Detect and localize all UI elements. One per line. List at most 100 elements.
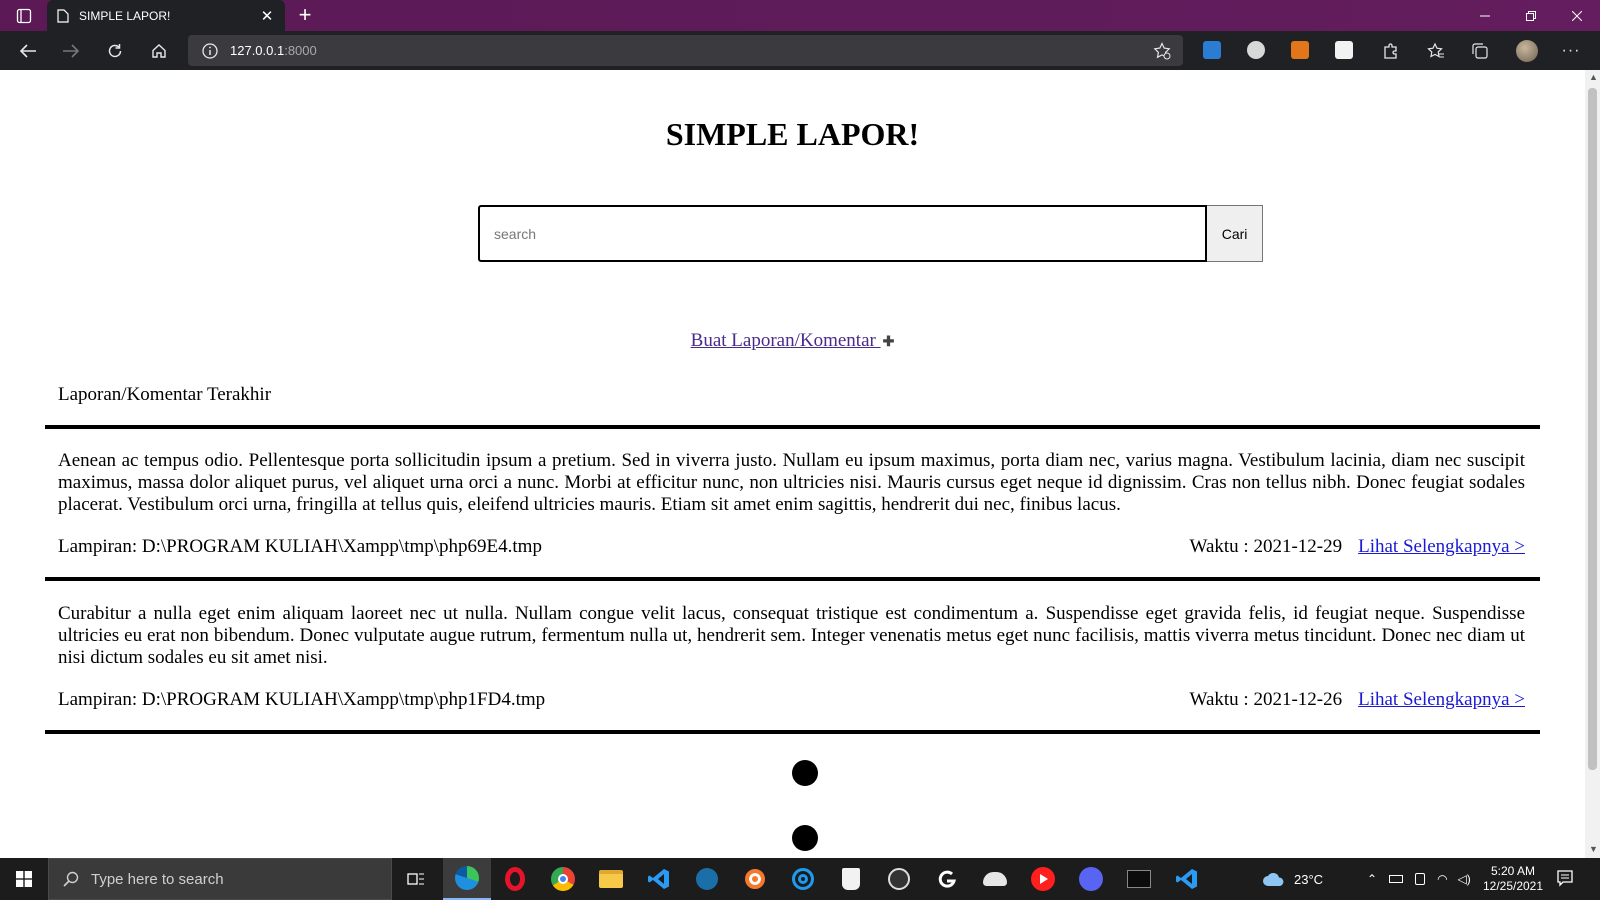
tab-actions-button[interactable] <box>8 4 40 28</box>
report-attachment: Lampiran: D:\PROGRAM KULIAH\Xampp\tmp\ph… <box>58 536 542 557</box>
terminal-icon <box>1127 870 1151 888</box>
report-body: Aenean ac tempus odio. Pellentesque port… <box>58 450 1525 515</box>
system-tray: ⌃ ◠ ◁) <box>1367 858 1471 900</box>
wifi-icon[interactable]: ◠ <box>1437 872 1447 886</box>
taskbar-app-youtube-music[interactable] <box>1019 858 1067 900</box>
globe-extension-icon[interactable] <box>1247 41 1265 59</box>
divider <box>45 425 1540 429</box>
page-scrollbar[interactable]: ▲ ▼ <box>1585 70 1600 858</box>
refresh-button[interactable] <box>101 37 129 65</box>
scroll-down-arrow-icon[interactable]: ▼ <box>1589 844 1598 854</box>
puzzle-icon <box>1384 43 1397 59</box>
pagination-dot[interactable] <box>792 825 818 851</box>
address-bar[interactable]: 127.0.0.1:8000 <box>188 35 1183 66</box>
security-icon[interactable] <box>1415 873 1426 885</box>
vscode-icon <box>1176 869 1197 889</box>
pagination-dot[interactable] <box>792 760 818 786</box>
see-more-link[interactable]: Lihat Selengkapnya > <box>1358 536 1525 557</box>
collections-icon <box>1472 43 1488 59</box>
folder-icon <box>599 870 623 888</box>
minimize-button[interactable] <box>1462 0 1508 31</box>
home-button[interactable] <box>145 37 173 65</box>
taskbar-app-obs[interactable] <box>875 858 923 900</box>
url-host: 127.0.0.1 <box>230 43 285 58</box>
taskbar-app-vscode[interactable] <box>635 858 683 900</box>
taskbar-app-file-explorer[interactable] <box>587 858 635 900</box>
favorites-button[interactable] <box>1422 37 1450 65</box>
search-form: Cari <box>478 205 1263 262</box>
report-meta: Lampiran: D:\PROGRAM KULIAH\Xampp\tmp\ph… <box>58 536 1525 558</box>
refresh-icon <box>108 44 122 58</box>
create-report-link[interactable]: Buat Laporan/Komentar <box>691 330 881 351</box>
close-window-button[interactable] <box>1554 0 1600 31</box>
favorites-icon <box>1427 42 1444 58</box>
chevron-up-icon[interactable]: ⌃ <box>1367 872 1377 886</box>
taskbar-search[interactable]: Type here to search <box>48 858 392 900</box>
tab-title: SIMPLE LAPOR! <box>79 8 171 23</box>
taskbar-app-logitech[interactable] <box>923 858 971 900</box>
restore-icon <box>1526 10 1536 21</box>
restore-button[interactable] <box>1508 0 1554 31</box>
search-input[interactable] <box>478 205 1208 262</box>
report-item: Aenean ac tempus odio. Pellentesque port… <box>58 450 1525 558</box>
metamask-extension-icon[interactable] <box>1291 41 1309 59</box>
blender-icon <box>745 869 765 889</box>
see-more-link[interactable]: Lihat Selengkapnya > <box>1358 689 1525 710</box>
page-title: SIMPLE LAPOR! <box>665 116 920 152</box>
taskbar-app-vscode-2[interactable] <box>1163 858 1211 900</box>
taskbar-app-discord[interactable] <box>1067 858 1115 900</box>
minimize-icon <box>1480 15 1490 16</box>
notification-icon <box>1557 870 1573 887</box>
taskbar-app-android-studio[interactable] <box>971 858 1019 900</box>
home-icon <box>152 44 166 58</box>
edge-icon <box>455 866 479 890</box>
youtube-music-icon <box>1031 867 1055 891</box>
task-view-button[interactable] <box>392 858 440 900</box>
taskbar: Type here to search 23°C ⌃ ◠ ◁) 5:20 AM … <box>0 858 1600 900</box>
divider <box>45 730 1540 734</box>
back-button[interactable] <box>14 37 42 65</box>
forward-button[interactable] <box>57 37 85 65</box>
back-arrow-icon <box>19 44 36 58</box>
task-view-icon <box>407 873 424 885</box>
taskbar-app-steam[interactable] <box>683 858 731 900</box>
notifications-button[interactable] <box>1556 869 1574 892</box>
extensions-button[interactable] <box>1377 37 1405 65</box>
weather-temperature: 23°C <box>1294 871 1324 887</box>
add-favorite-button[interactable] <box>1153 42 1171 65</box>
search-button[interactable]: Cari <box>1207 205 1263 262</box>
start-button[interactable] <box>0 858 48 900</box>
b-extension-icon[interactable] <box>1335 41 1353 59</box>
scrollbar-thumb[interactable] <box>1588 88 1597 770</box>
tab-close-icon[interactable]: ✕ <box>259 7 275 25</box>
profile-button[interactable] <box>1513 37 1541 65</box>
taskbar-app-epic-games[interactable] <box>827 858 875 900</box>
report-time: Waktu : 2021-12-29 <box>1189 536 1343 557</box>
taskbar-app-chrome[interactable] <box>539 858 587 900</box>
taskbar-app-edge[interactable] <box>443 858 491 900</box>
cloud-icon <box>1263 873 1284 886</box>
section-title: Laporan/Komentar Terakhir <box>58 384 272 405</box>
report-meta: Lampiran: D:\PROGRAM KULIAH\Xampp\tmp\ph… <box>58 689 1525 711</box>
new-tab-button[interactable]: + <box>292 3 318 29</box>
close-icon <box>1572 10 1582 21</box>
taskbar-app-terminal[interactable] <box>1115 858 1163 900</box>
divider <box>45 577 1540 581</box>
android-studio-icon <box>983 872 1007 886</box>
site-info-icon[interactable] <box>202 42 218 59</box>
plus-icon: ✚ <box>882 335 895 350</box>
epic-games-icon <box>842 868 860 890</box>
taskbar-app-blender[interactable] <box>731 858 779 900</box>
taskbar-app-opera[interactable] <box>491 858 539 900</box>
browser-tab-active[interactable]: SIMPLE LAPOR! ✕ <box>47 0 285 31</box>
taskbar-clock[interactable]: 5:20 AM 12/25/2021 <box>1482 864 1544 894</box>
collections-button[interactable] <box>1466 37 1494 65</box>
scroll-up-arrow-icon[interactable]: ▲ <box>1589 72 1598 82</box>
settings-menu-button[interactable]: ··· <box>1557 37 1585 65</box>
logitech-g-icon <box>938 870 956 888</box>
battery-icon[interactable] <box>1389 875 1404 883</box>
weather-widget[interactable]: 23°C <box>1262 858 1323 900</box>
translate-extension-icon[interactable] <box>1203 41 1221 59</box>
volume-icon[interactable]: ◁) <box>1458 872 1471 886</box>
taskbar-app-spiral[interactable] <box>779 858 827 900</box>
